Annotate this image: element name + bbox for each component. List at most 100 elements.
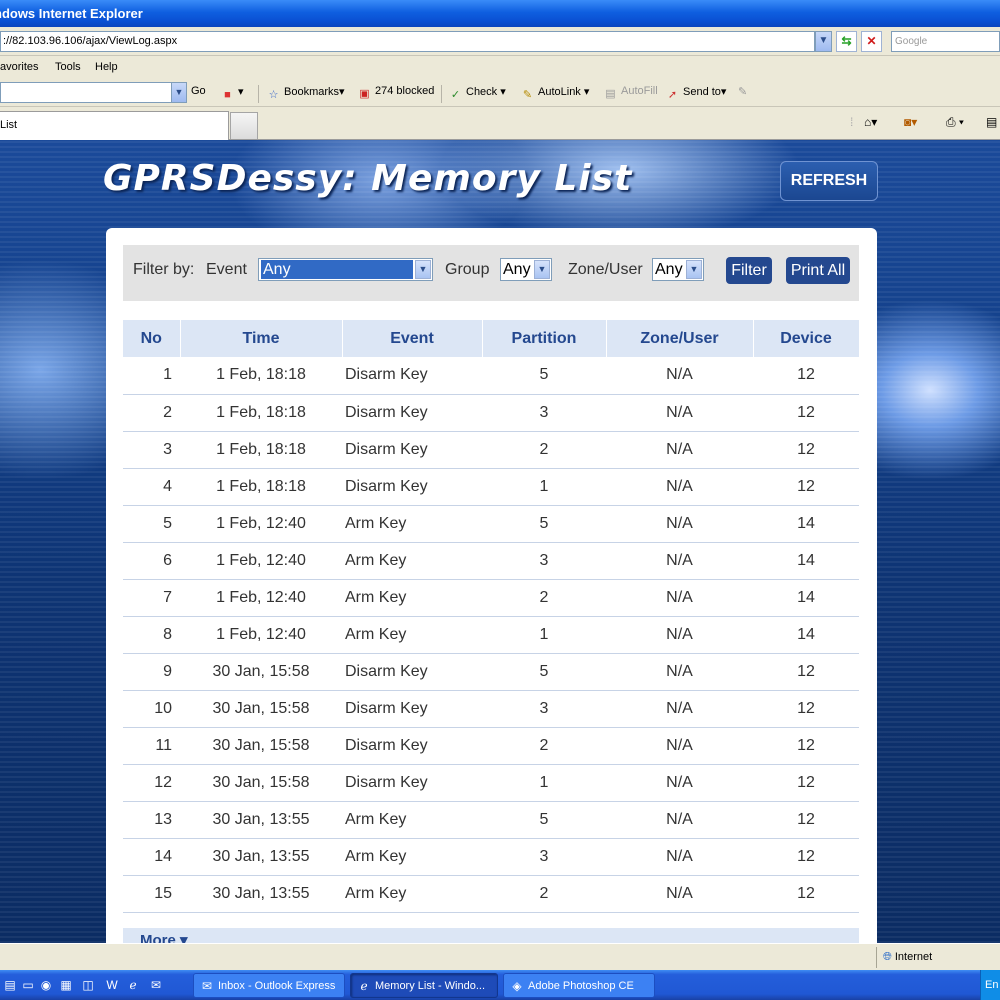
cell-device: 14: [753, 579, 859, 617]
print-all-button[interactable]: Print All: [786, 257, 850, 284]
cell-device: 12: [753, 357, 859, 395]
cell-no: 6: [123, 542, 180, 580]
pencil-icon[interactable]: ✎: [738, 85, 747, 98]
cell-event: Arm Key: [342, 875, 482, 913]
filter-bar: Filter by: Event Any ▼ Group Any ▼ Zone/…: [123, 245, 859, 301]
cell-time: 1 Feb, 18:18: [180, 468, 342, 506]
toolbar-search-dropdown-icon[interactable]: ▼: [171, 82, 187, 103]
address-bar-row: ://82.103.96.106/ajax/ViewLog.aspx ▼ ⇆ ✕…: [0, 27, 1000, 56]
address-dropdown-icon[interactable]: ▼: [815, 31, 832, 52]
cell-zone-user: N/A: [606, 764, 753, 802]
window-icon[interactable]: ◫: [80, 977, 96, 993]
chevron-down-icon: ▼: [686, 260, 702, 279]
column-header-zone-user: Zone/User: [606, 320, 754, 357]
cell-time: 30 Jan, 13:55: [180, 875, 342, 913]
cell-device: 12: [753, 653, 859, 691]
menu-tools[interactable]: Tools: [55, 61, 81, 73]
cell-time: 30 Jan, 15:58: [180, 690, 342, 728]
cell-event: Arm Key: [342, 505, 482, 543]
column-header-time: Time: [180, 320, 343, 357]
ie-icon[interactable]: ℯ: [125, 977, 141, 993]
stop-icon[interactable]: ✕: [861, 31, 882, 52]
task-photoshop[interactable]: ◈ Adobe Photoshop CE: [503, 973, 655, 998]
group-select[interactable]: Any ▼: [500, 258, 552, 281]
feeds-icon[interactable]: ◙▾: [904, 115, 917, 129]
table-row: 10 30 Jan, 15:58 Disarm Key 3 N/A 12: [123, 690, 859, 728]
zone-user-label: Zone/User: [568, 261, 643, 278]
event-label: Event: [206, 261, 247, 278]
spellcheck-button[interactable]: ✓ Check ▾: [448, 85, 506, 102]
cell-no: 9: [123, 653, 180, 691]
new-tab-button[interactable]: [230, 112, 258, 139]
search-input[interactable]: Google: [891, 31, 1000, 52]
cell-event: Arm Key: [342, 542, 482, 580]
cell-event: Arm Key: [342, 801, 482, 839]
event-select[interactable]: Any ▼: [258, 258, 433, 281]
refresh-go-icon[interactable]: ⇆: [836, 31, 857, 52]
cell-zone-user: N/A: [606, 468, 753, 506]
cell-event: Arm Key: [342, 838, 482, 876]
cell-partition: 1: [482, 468, 606, 506]
explorer-icon[interactable]: ▭: [20, 977, 36, 993]
cell-no: 10: [123, 690, 180, 728]
tab-memory-list[interactable]: List: [0, 111, 229, 140]
home-icon[interactable]: ⌂▾: [864, 115, 877, 129]
autofill-button[interactable]: ▤ AutoFill: [603, 85, 657, 101]
cell-partition: 5: [482, 505, 606, 543]
outlook-icon[interactable]: ✉: [148, 977, 164, 993]
cell-device: 14: [753, 616, 859, 654]
zone-user-select[interactable]: Any ▼: [652, 258, 704, 281]
cell-zone-user: N/A: [606, 801, 753, 839]
address-input[interactable]: ://82.103.96.106/ajax/ViewLog.aspx: [0, 31, 815, 52]
toolbar-search-input[interactable]: [0, 82, 172, 103]
cell-no: 5: [123, 505, 180, 543]
task-outlook-express[interactable]: ✉ Inbox - Outlook Express: [193, 973, 345, 998]
cell-device: 14: [753, 542, 859, 580]
column-header-device: Device: [753, 320, 860, 357]
web-page: GPRSDessy: Memory List REFRESH Filter by…: [0, 140, 1000, 943]
refresh-button[interactable]: REFRESH: [780, 161, 878, 201]
cell-event: Disarm Key: [342, 468, 482, 506]
cell-partition: 2: [482, 431, 606, 469]
star-icon: ☆: [268, 89, 279, 101]
print-icon[interactable]: ⎙ ▾: [946, 115, 964, 130]
task-memory-list[interactable]: ℯ Memory List - Windo...: [350, 973, 498, 998]
cell-no: 8: [123, 616, 180, 654]
go-button[interactable]: Go: [191, 85, 206, 97]
popup-blocked-button[interactable]: ▣ 274 blocked: [357, 85, 434, 101]
cell-time: 30 Jan, 15:58: [180, 727, 342, 765]
cell-time: 1 Feb, 12:40: [180, 542, 342, 580]
cell-zone-user: N/A: [606, 357, 753, 395]
filter-button[interactable]: Filter: [726, 257, 772, 284]
cell-event: Disarm Key: [342, 727, 482, 765]
cell-device: 12: [753, 690, 859, 728]
popup-blocker-icon: ▣: [359, 88, 370, 100]
more-button[interactable]: More ▾: [123, 928, 859, 943]
cell-time: 1 Feb, 12:40: [180, 616, 342, 654]
cell-no: 2: [123, 394, 180, 432]
column-header-partition: Partition: [482, 320, 607, 357]
autolink-button[interactable]: ✎ AutoLink ▾: [520, 85, 590, 102]
calculator-icon[interactable]: ▦: [58, 977, 74, 993]
window-title-bar[interactable]: ndows Internet Explorer: [0, 0, 1000, 27]
table-row: 41 Feb, 18:18 Disarm Key 1 N/A 12: [123, 468, 859, 506]
table-row: 81 Feb, 12:40 Arm Key 1 N/A 14: [123, 616, 859, 654]
language-indicator[interactable]: En: [980, 970, 1000, 1000]
menu-favorites[interactable]: avorites: [0, 61, 39, 73]
cell-zone-user: N/A: [606, 653, 753, 691]
sendto-button[interactable]: ➚ Send to▾: [665, 85, 727, 102]
word-icon[interactable]: W: [104, 977, 120, 993]
cell-device: 12: [753, 764, 859, 802]
cell-zone-user: N/A: [606, 431, 753, 469]
menu-help[interactable]: Help: [95, 61, 118, 73]
cell-partition: 3: [482, 690, 606, 728]
table-row: 12 30 Jan, 15:58 Disarm Key 1 N/A 12: [123, 764, 859, 802]
table-row: 15 30 Jan, 13:55 Arm Key 2 N/A 12: [123, 875, 859, 913]
media-player-icon[interactable]: ◉: [38, 977, 54, 993]
show-desktop-icon[interactable]: ▤: [2, 977, 18, 993]
page-icon[interactable]: ▤: [986, 115, 997, 129]
google-menu-icon[interactable]: ■ ▾: [220, 85, 243, 102]
cell-no: 7: [123, 579, 180, 617]
cell-zone-user: N/A: [606, 690, 753, 728]
bookmarks-button[interactable]: ☆ Bookmarks▾: [266, 85, 345, 102]
